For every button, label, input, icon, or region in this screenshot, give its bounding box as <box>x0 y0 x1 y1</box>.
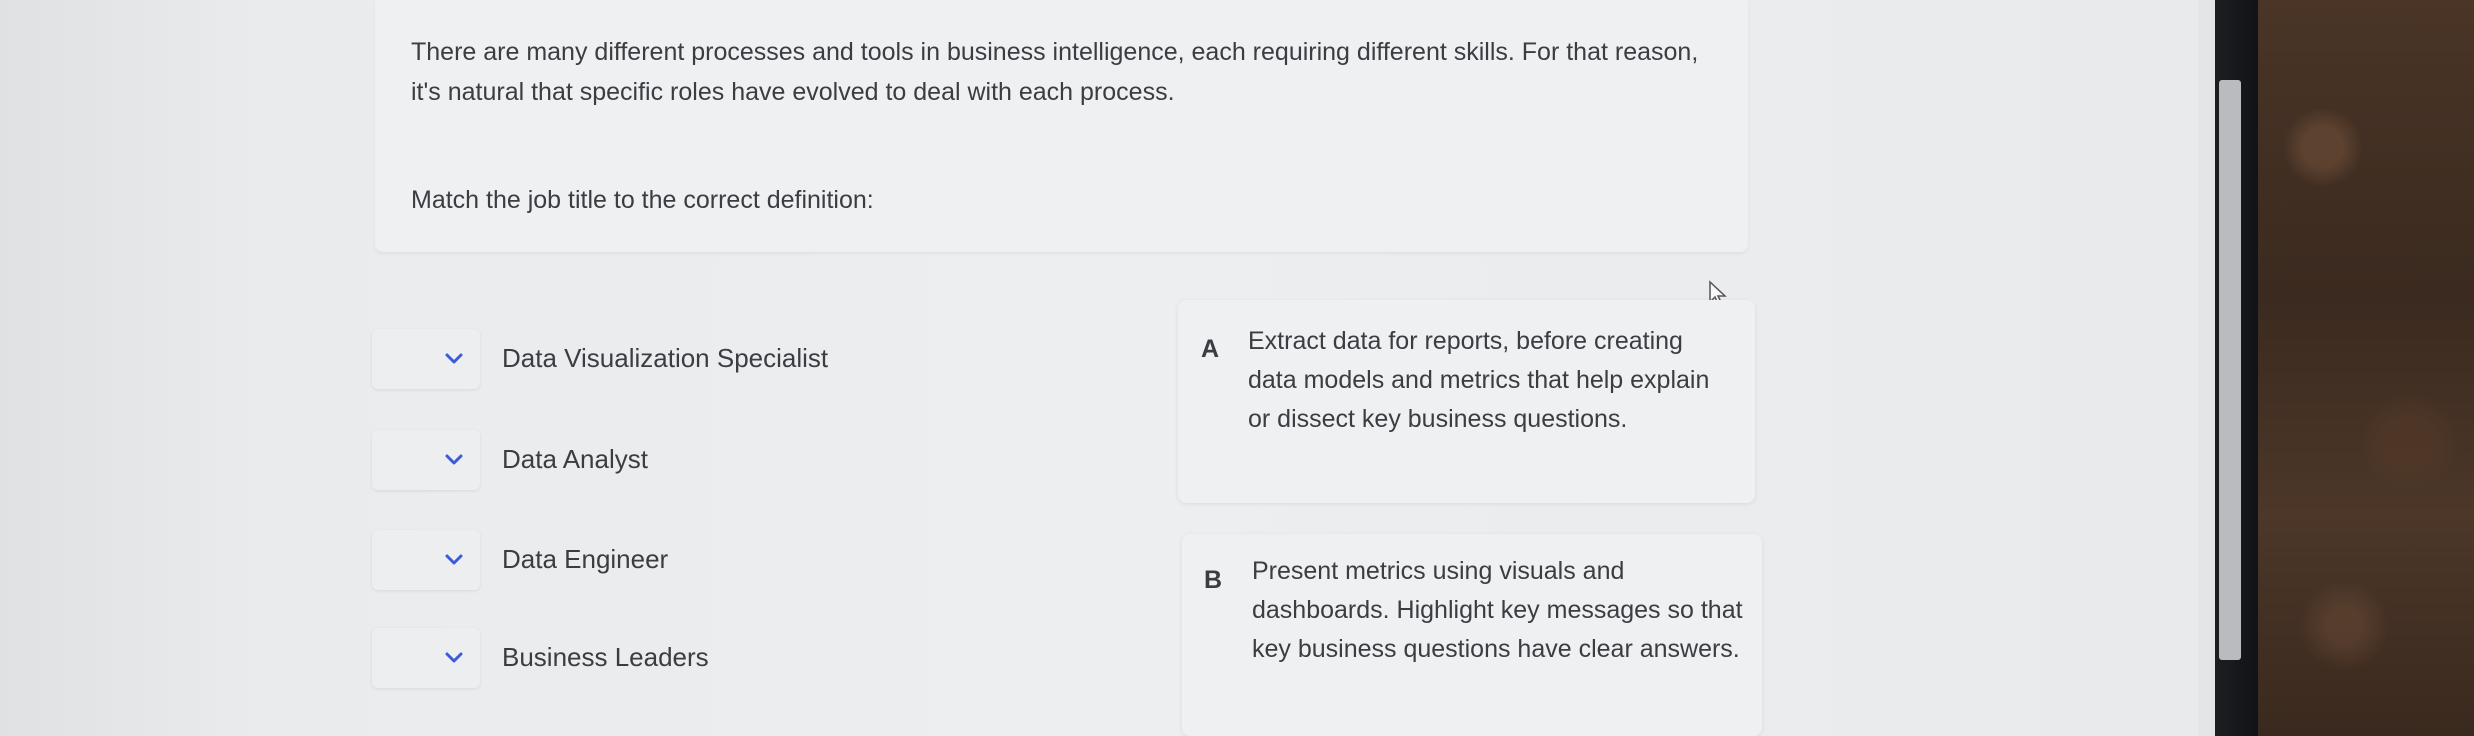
job-title-label: Data Analyst <box>502 444 648 474</box>
definition-text: Extract data for reports, before creatin… <box>1248 327 1710 433</box>
answer-dropdown-4[interactable] <box>372 628 480 688</box>
scrollbar-thumb[interactable] <box>2219 80 2241 660</box>
chevron-down-icon <box>445 652 463 663</box>
answer-dropdown-2[interactable] <box>372 430 480 490</box>
chevron-down-icon <box>445 353 463 364</box>
chevron-down-icon <box>445 454 463 465</box>
definition-card-b: B Present metrics using visuals and dash… <box>1182 534 1762 736</box>
scrollbar-track[interactable] <box>2198 0 2215 736</box>
background-wall <box>2258 0 2474 736</box>
match-row-business-leaders: Business Leaders <box>372 628 1172 690</box>
browser-viewport: There are many different processes and t… <box>0 0 2215 736</box>
job-title-label: Data Visualization Specialist <box>502 343 829 373</box>
definition-card-a: A Extract data for reports, before creat… <box>1178 300 1755 503</box>
chevron-down-icon <box>445 554 463 565</box>
job-title-label: Data Engineer <box>502 544 669 574</box>
definition-letter: B <box>1204 566 1223 594</box>
job-title-label: Business Leaders <box>502 642 709 672</box>
definition-letter: A <box>1201 335 1220 363</box>
match-row-data-engineer: Data Engineer <box>372 530 1172 592</box>
answer-dropdown-1[interactable] <box>372 329 480 389</box>
question-instruction: Match the job title to the correct defin… <box>411 186 874 214</box>
match-row-data-visualization-specialist: Data Visualization Specialist <box>372 329 1172 391</box>
definition-text: Present metrics using visuals and dashbo… <box>1252 557 1743 663</box>
answer-dropdown-3[interactable] <box>372 530 480 590</box>
match-row-data-analyst: Data Analyst <box>372 430 1172 492</box>
question-prompt-text: There are many different processes and t… <box>411 38 1699 106</box>
